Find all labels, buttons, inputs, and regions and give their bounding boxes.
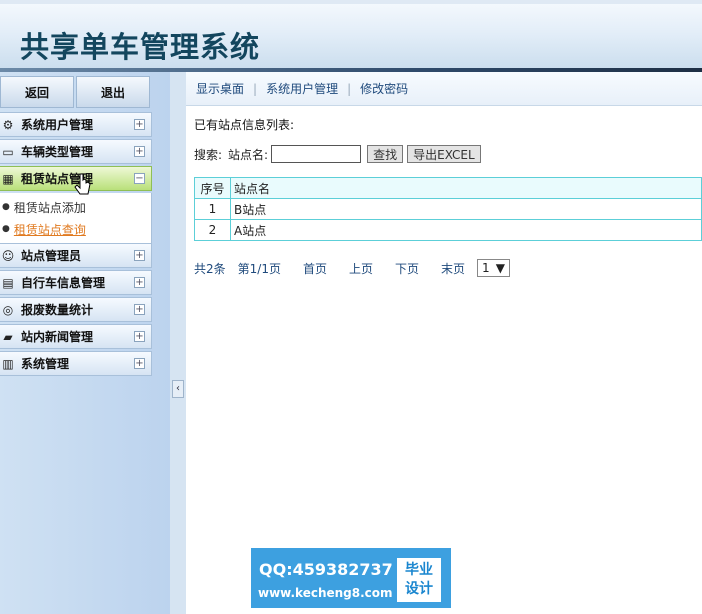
expand-icon[interactable]: + [134,250,145,261]
sidebar-menu: ⚙ 系统用户管理 + ▭ 车辆类型管理 + ▦ 租赁站点管理 − ● 租赁站点添… [0,112,152,376]
next-page-link[interactable]: 下页 [395,260,419,277]
sidebar-inner: 返回 退出 ⚙ 系统用户管理 + ▭ 车辆类型管理 + ▦ 租赁站点管理 − ●… [0,76,152,378]
back-button[interactable]: 返回 [0,76,74,108]
sidebar-item-scrap-stats[interactable]: ◎ 报废数量统计 + [0,297,152,322]
cell-station-name: B站点 [230,198,702,220]
app-window: 共享单车管理系统 返回 退出 ⚙ 系统用户管理 + ▭ 车辆类型管理 + ▦ 租… [0,0,702,614]
station-name-input[interactable] [271,145,362,163]
coins-icon: ◎ [2,302,14,317]
watermark-url: www.kecheng8.com [258,586,393,600]
nav-separator: | [347,81,352,96]
expand-icon[interactable]: + [134,331,145,342]
table-header-row: 序号 站点名 [194,177,702,199]
pagination: 共2条 第1/1页 首页 上页 下页 末页 1 ▼ [194,259,702,277]
mouse-cursor-icon [74,173,91,195]
expand-icon[interactable]: + [134,146,145,157]
sidebar-item-system-users[interactable]: ⚙ 系统用户管理 + [0,112,152,137]
column-header-station-name: 站点名 [230,177,702,199]
nav-system-users[interactable]: 系统用户管理 [266,80,338,97]
station-name-label: 站点名: [228,147,269,162]
gear-icon: ⚙ [2,117,14,132]
sidebar: 返回 退出 ⚙ 系统用户管理 + ▭ 车辆类型管理 + ▦ 租赁站点管理 − ●… [0,72,170,614]
table-icon: ▦ [2,171,14,186]
nav-change-password[interactable]: 修改密码 [360,80,408,97]
sidebar-item-bicycle-info[interactable]: ▤ 自行车信息管理 + [0,270,152,295]
find-button[interactable]: 查找 [367,145,404,163]
cell-station-name: A站点 [230,219,702,241]
prev-page-link[interactable]: 上页 [349,260,373,277]
watermark-banner: QQ:459382737 www.kecheng8.com 毕业 设计 [251,548,451,608]
sidebar-button-row: 返回 退出 [0,76,152,110]
page-info: 第1/1页 [237,261,281,276]
sidebar-item-label: 自行车信息管理 [21,276,106,290]
exit-button[interactable]: 退出 [76,76,150,108]
search-prefix: 搜索: [194,147,223,162]
chevron-down-icon: ▼ [495,261,506,275]
collapse-icon[interactable]: − [134,173,145,184]
folder-icon: ▰ [3,329,13,344]
record-count: 共2条 [194,261,226,276]
main-content: 显示桌面 | 系统用户管理 | 修改密码 已有站点信息列表: 搜索: 站点名: … [186,72,702,614]
cell-index: 2 [194,219,231,241]
list-title: 已有站点信息列表: [194,118,295,132]
cell-index: 1 [194,198,231,220]
nav-show-desktop[interactable]: 显示桌面 [196,80,244,97]
user-icon: ☺ [1,248,15,263]
table-row[interactable]: 1 B站点 [194,198,702,220]
expand-icon[interactable]: + [134,277,145,288]
bullet-icon: ● [2,224,10,234]
watermark-badge: 毕业 设计 [397,558,441,602]
watermark-qq: QQ:459382737 [259,560,393,579]
calendar-icon: ▤ [2,275,14,290]
first-page-link[interactable]: 首页 [303,260,327,277]
submenu-item-query-station[interactable]: ● 租赁站点查询 [0,218,151,240]
bullet-icon: ● [2,202,10,212]
expand-icon[interactable]: + [134,358,145,369]
expand-icon[interactable]: + [134,119,145,130]
sidebar-item-news[interactable]: ▰ 站内新闻管理 + [0,324,152,349]
page-select[interactable]: 1 ▼ [477,259,511,277]
export-excel-button[interactable]: 导出EXCEL [407,145,481,163]
sidebar-item-label: 系统管理 [21,357,70,371]
sidebar-item-label: 站点管理员 [21,249,82,263]
sidebar-item-label: 报废数量统计 [21,303,94,317]
app-header: 共享单车管理系统 [0,0,702,72]
sidebar-item-label: 车辆类型管理 [21,145,94,159]
watermark-badge-line2: 设计 [405,581,433,597]
submenu-item-label: 租赁站点查询 [13,222,86,237]
sidebar-item-vehicle-types[interactable]: ▭ 车辆类型管理 + [0,139,152,164]
sidebar-splitter [170,72,186,614]
nav-separator: | [253,81,258,96]
app-title: 共享单车管理系统 [20,30,261,64]
watermark-badge-line1: 毕业 [405,562,433,578]
sidebar-item-label: 站内新闻管理 [21,330,94,344]
column-header-index: 序号 [194,177,231,199]
sidebar-item-station-admins[interactable]: ☺ 站点管理员 + [0,243,152,268]
last-page-link[interactable]: 末页 [441,260,465,277]
sidebar-item-system[interactable]: ▥ 系统管理 + [0,351,152,376]
search-row: 搜索: 站点名: 查找 导出EXCEL [194,145,702,163]
chart-icon: ▥ [2,356,14,371]
monitor-icon: ▭ [2,144,14,159]
sidebar-collapse-button[interactable]: ‹ [172,380,184,398]
station-table: 序号 站点名 1 B站点 2 A站点 [194,177,702,241]
page-select-value: 1 [482,261,490,275]
table-row[interactable]: 2 A站点 [194,219,702,241]
expand-icon[interactable]: + [134,304,145,315]
content-area: 已有站点信息列表: 搜索: 站点名: 查找 导出EXCEL 序号 站点名 1 B… [186,106,702,277]
sidebar-item-label: 系统用户管理 [21,118,94,132]
top-nav: 显示桌面 | 系统用户管理 | 修改密码 [186,72,702,106]
